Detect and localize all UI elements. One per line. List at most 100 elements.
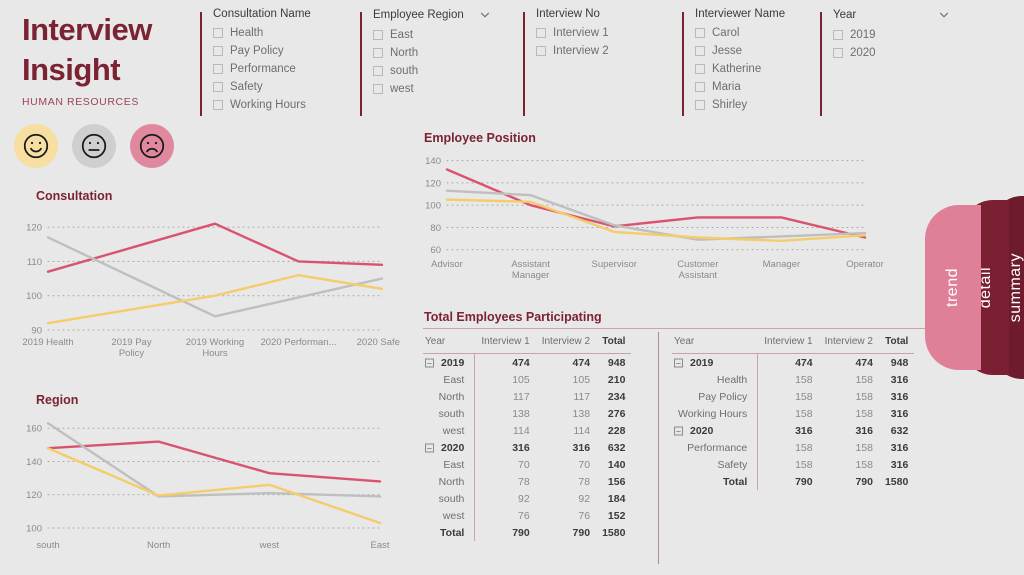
checkbox-icon[interactable] [213,63,223,74]
slicer-option-katherine[interactable]: Katherine [695,61,785,76]
sidebar-tab-label: trend [944,268,961,307]
table-row[interactable]: –2020 316 316 632 [423,439,631,456]
checkbox-icon[interactable] [213,81,223,92]
slicer-header: Year [833,8,951,22]
table-row[interactable]: south 138 138 276 [423,405,631,422]
slicer-option-north[interactable]: North [373,45,490,60]
checkbox-icon[interactable] [536,45,546,56]
table-row[interactable]: North 78 78 156 [423,473,631,490]
table-row[interactable]: Working Hours 158 158 316 [672,405,914,422]
collapse-icon[interactable]: – [674,358,683,367]
slicer-option-east[interactable]: East [373,27,490,42]
table-cell: 316 [757,422,819,439]
page-title-line1: Interview [22,12,152,47]
slicer-option-health[interactable]: Health [213,25,311,40]
slicer-option-interview-2[interactable]: Interview 2 [536,43,609,58]
checkbox-icon[interactable] [695,45,705,56]
slicer-option-shirley[interactable]: Shirley [695,97,785,112]
region-line-chart[interactable]: 100 120 140 160 south North west East [10,405,400,565]
mood-neutral-icon[interactable] [72,124,116,168]
svg-text:120: 120 [26,223,42,234]
column-header[interactable]: Year [423,334,475,354]
table-cell: 316 [572,441,591,454]
table-row[interactable]: Health 158 158 316 [672,371,914,388]
column-header[interactable]: Year [672,334,758,354]
checkbox-icon[interactable] [213,27,223,38]
employee-position-line-chart[interactable]: 60 80 100 120 140 Advisor Assistant Manager Supe… [415,145,920,290]
sidebar-tab-trend[interactable]: trend [925,205,981,370]
checkbox-icon[interactable] [536,27,546,38]
column-header[interactable]: Interview 1 [757,334,819,354]
table-cell: 92 [474,490,536,507]
checkbox-icon[interactable] [213,99,223,110]
slicer-consultation-name[interactable]: Consultation Name Health Pay Policy Perf… [200,8,311,116]
table-row[interactable]: Total 790 790 1580 [423,524,631,541]
chevron-down-icon[interactable] [937,8,951,22]
pivot-table[interactable]: Year Interview 1 Interview 2 Total –2019 474 4… [423,334,632,541]
slicer-option-pay-policy[interactable]: Pay Policy [213,43,311,58]
table-row[interactable]: –2019 474 474 948 [672,353,914,371]
pivot-table[interactable]: Year Interview 1 Interview 2 Total –2019 474 4… [672,334,915,490]
slicer-option-performance[interactable]: Performance [213,61,311,76]
table-cell-total: 632 [890,424,909,437]
checkbox-icon[interactable] [695,81,705,92]
mood-happy-icon[interactable] [14,124,58,168]
table-cell: 117 [573,390,591,403]
checkbox-icon[interactable] [373,83,383,94]
collapse-icon[interactable]: – [674,426,683,435]
slicer-option-maria[interactable]: Maria [695,79,785,94]
table-row[interactable]: East 105 105 210 [423,371,631,388]
column-header[interactable]: Total [878,334,915,354]
column-header[interactable]: Interview 2 [818,334,879,354]
table-row[interactable]: west 76 76 152 [423,507,631,524]
collapse-icon[interactable]: – [425,443,434,452]
table-row[interactable]: Pay Policy 158 158 316 [672,388,914,405]
slicer-option-safety[interactable]: Safety [213,79,311,94]
column-header[interactable]: Interview 1 [474,334,536,354]
checkbox-icon[interactable] [833,47,843,58]
checkbox-icon[interactable] [695,99,705,110]
table-row[interactable]: Performance 158 158 316 [672,439,914,456]
participation-table-left[interactable]: Year Interview 1 Interview 2 Total –2019 474 4… [423,334,632,541]
svg-text:2020 Safety: 2020 Safety [357,337,400,348]
table-row[interactable]: East 70 70 140 [423,456,631,473]
table-row[interactable]: south 92 92 184 [423,490,631,507]
slicer-employee-region[interactable]: Employee Region East North south west [360,8,490,116]
checkbox-icon[interactable] [833,29,843,40]
slicer-option-west[interactable]: west [373,81,490,96]
slicer-interviewer-name[interactable]: Interviewer Name Carol Jesse Katherine M… [682,8,785,116]
slicer-option-2019[interactable]: 2019 [833,27,925,42]
table-row[interactable]: Total 790 790 1580 [672,473,914,490]
slicer-option-2020[interactable]: 2020 [833,45,925,60]
slicer-option-working-hours[interactable]: Working Hours [213,97,311,112]
svg-text:Supervisor: Supervisor [591,259,636,270]
table-row[interactable]: west 114 114 228 [423,422,631,439]
chevron-down-icon[interactable] [478,8,492,22]
collapse-icon[interactable]: – [425,358,434,367]
table-cell: 790 [572,526,591,539]
checkbox-icon[interactable] [695,27,705,38]
column-header[interactable]: Total [596,334,632,354]
participation-table-right[interactable]: Year Interview 1 Interview 2 Total –2019 474 4… [672,334,915,490]
slicer-option-south[interactable]: south [373,63,490,78]
mood-sad-icon[interactable] [130,124,174,168]
table-row[interactable]: North 117 117 234 [423,388,631,405]
checkbox-icon[interactable] [695,63,705,74]
checkbox-icon[interactable] [213,45,223,56]
slicer-option-label: Shirley [712,98,748,111]
slicer-option-jesse[interactable]: Jesse [695,43,785,58]
slicer-interview-no[interactable]: Interview No Interview 1 Interview 2 [523,8,609,116]
consultation-line-chart[interactable]: 90 100 110 120 2019 Health 2019 Pay Policy 2019… [10,200,400,370]
slicer-year[interactable]: Year 2019 2020 [820,8,949,116]
slicer-option-interview-1[interactable]: Interview 1 [536,25,609,40]
slicer-title: Interview No [536,8,600,20]
table-row[interactable]: Safety 158 158 316 [672,456,914,473]
checkbox-icon[interactable] [373,65,383,76]
column-header[interactable]: Interview 2 [535,334,597,354]
checkbox-icon[interactable] [373,47,383,58]
slicer-option-carol[interactable]: Carol [695,25,785,40]
table-row[interactable]: –2019 474 474 948 [423,353,631,371]
checkbox-icon[interactable] [373,29,383,40]
svg-text:2020 Performan...: 2020 Performan... [260,337,336,348]
table-row[interactable]: –2020 316 316 632 [672,422,914,439]
